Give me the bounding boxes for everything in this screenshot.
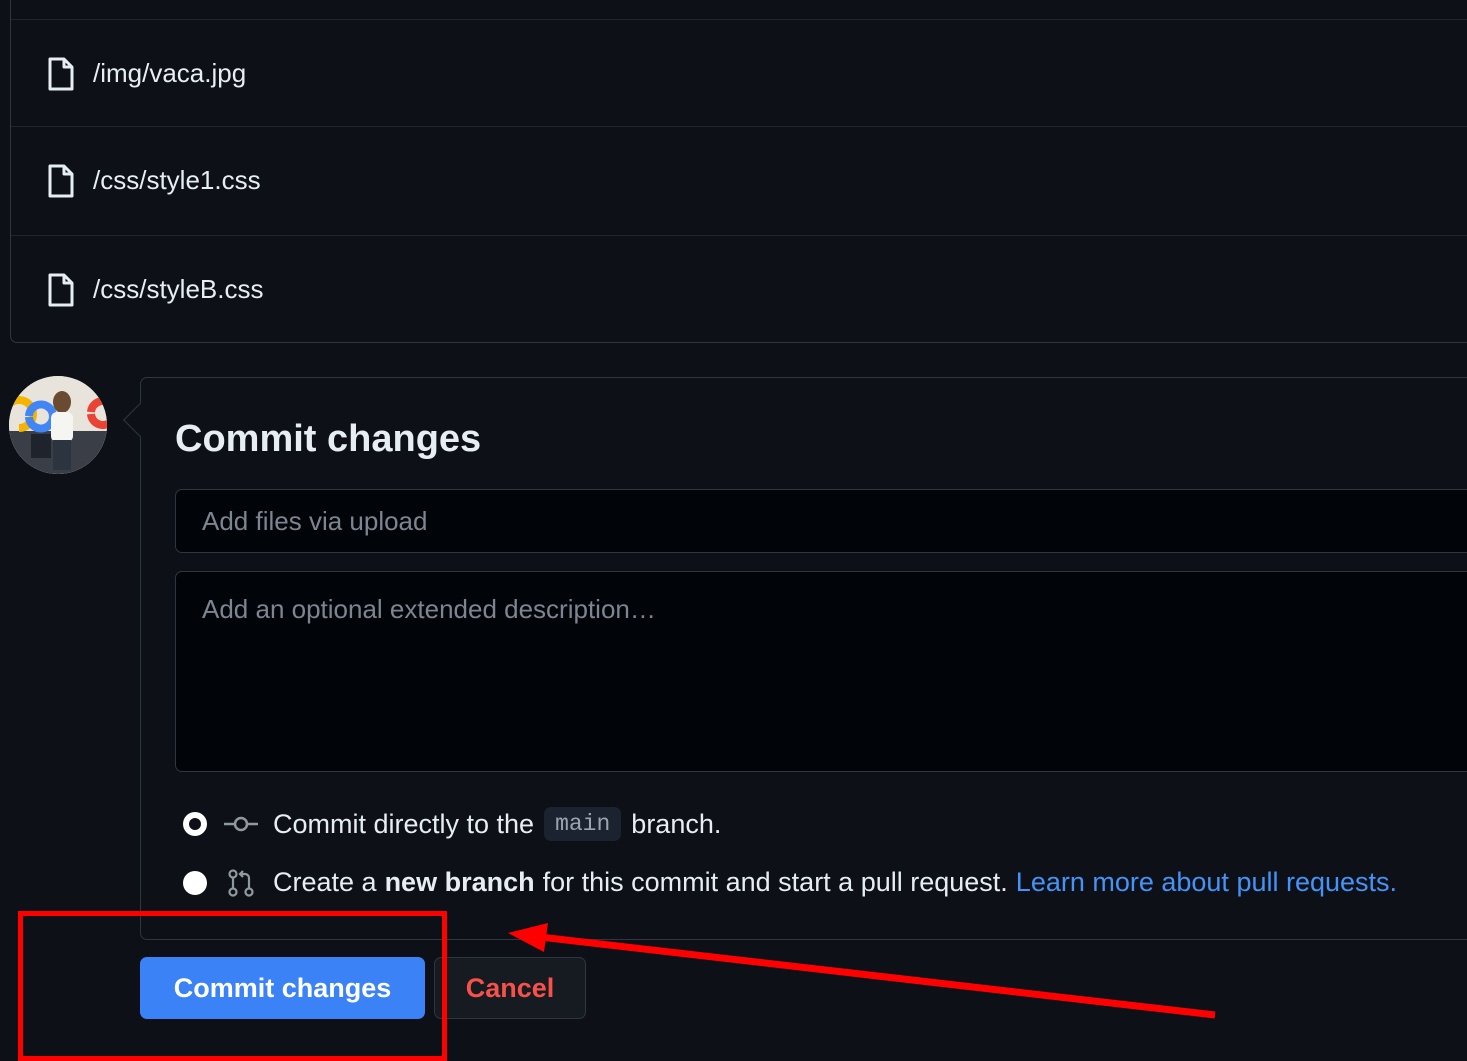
cancel-button[interactable]: Cancel: [434, 957, 586, 1019]
file-row: /css/style1.css: [11, 126, 1467, 234]
comment-caret: [123, 403, 157, 437]
commit-changes-button[interactable]: Commit changes: [140, 957, 425, 1019]
file-name: /css/styleB.css: [93, 274, 264, 304]
commit-direct-prefix: Commit directly to the: [273, 808, 535, 839]
file-icon: [47, 164, 75, 198]
new-branch-option[interactable]: Create a new branch for this commit and …: [183, 867, 1397, 898]
commit-form: Commit changes Commit directly to the ma…: [123, 377, 1467, 940]
commit-summary-input[interactable]: [175, 489, 1467, 553]
new-branch-suffix: for this commit and start a pull request…: [542, 867, 1008, 897]
commit-description-input[interactable]: [175, 571, 1467, 772]
file-list: /img/vaca.jpg /css/style1.css /css/style…: [10, 0, 1467, 343]
commit-title: Commit changes: [175, 418, 482, 460]
new-branch-prefix: Create a: [273, 867, 377, 897]
new-branch-radio[interactable]: [183, 870, 207, 895]
file-row: /css/styleB.css: [11, 235, 1467, 343]
file-icon: [47, 273, 75, 307]
new-branch-bold: new branch: [384, 867, 535, 897]
file-row: /img/vaca.jpg: [11, 19, 1467, 127]
file-icon: [47, 57, 75, 91]
file-name: /img/vaca.jpg: [93, 58, 247, 88]
branch-name: main: [544, 807, 622, 841]
avatar[interactable]: [9, 376, 107, 474]
file-name: /css/style1.css: [93, 165, 261, 195]
commit-direct-suffix: branch.: [631, 808, 722, 839]
commit-direct-radio[interactable]: [183, 812, 207, 836]
git-pull-request-icon: [223, 868, 259, 898]
learn-more-pull-requests-link[interactable]: Learn more about pull requests.: [1016, 867, 1397, 898]
git-commit-icon: [223, 809, 259, 839]
commit-direct-option[interactable]: Commit directly to the main branch.: [183, 807, 721, 841]
